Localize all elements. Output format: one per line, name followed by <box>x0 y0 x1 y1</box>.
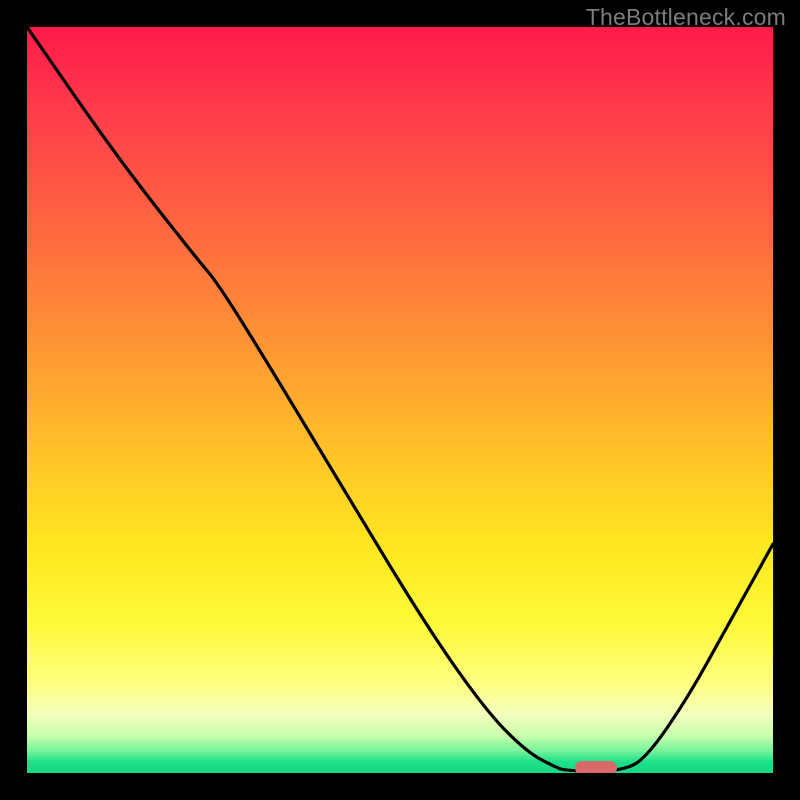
plot-area <box>27 27 773 773</box>
chart-frame: TheBottleneck.com <box>0 0 800 800</box>
bottleneck-curve <box>27 27 773 773</box>
watermark-text: TheBottleneck.com <box>586 4 786 31</box>
optimal-marker <box>575 761 617 773</box>
curve-path <box>27 27 773 771</box>
